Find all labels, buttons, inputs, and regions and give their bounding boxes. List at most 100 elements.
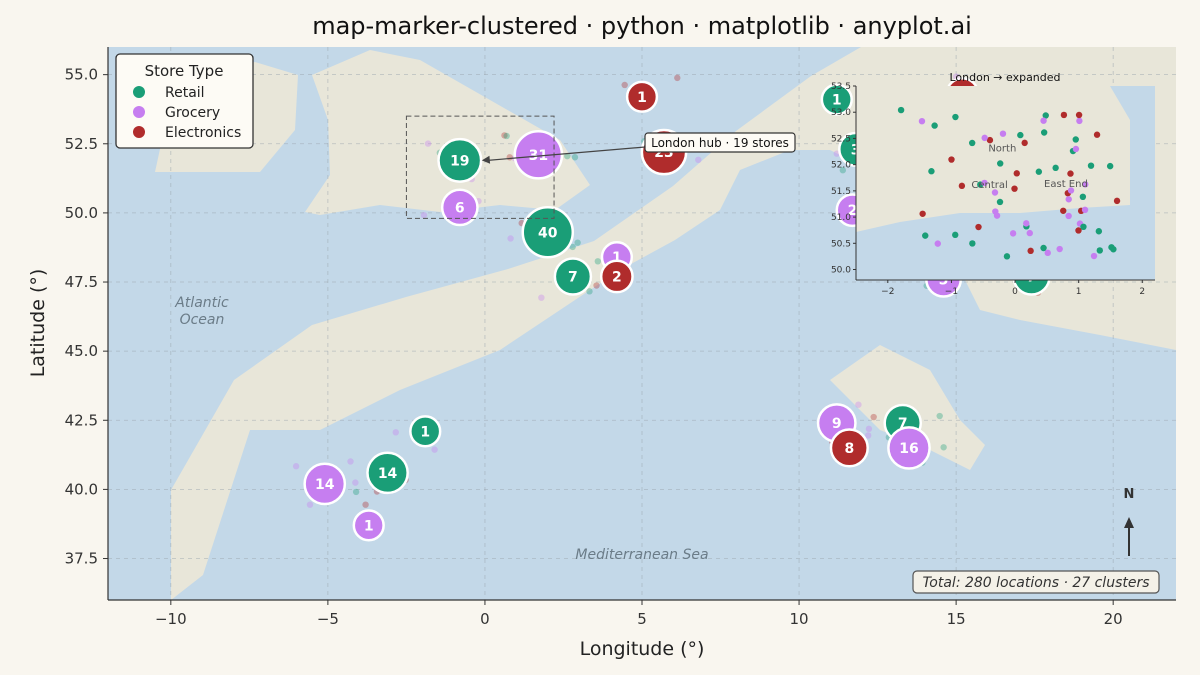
inset-store-point [1106, 162, 1114, 170]
inset-store-point [1087, 162, 1095, 169]
store-point [870, 413, 877, 421]
store-point [571, 154, 579, 161]
cluster-marker[interactable]: 2 [599, 259, 634, 294]
store-point [695, 156, 702, 164]
legend-label-grocery: Grocery [165, 105, 220, 121]
x-axis-title: Longitude (°) [580, 638, 705, 660]
inset-x-tick-label: 0 [1012, 287, 1018, 297]
inset-store-point [897, 106, 905, 114]
y-tick-label: 45.0 [65, 342, 98, 360]
legend-title: Store Type [145, 62, 224, 80]
cluster-count: 2 [612, 269, 622, 285]
cluster-marker[interactable]: 19 [437, 137, 483, 183]
store-point [507, 235, 514, 242]
legend-label-electronics: Electronics [165, 125, 241, 141]
store-point [674, 74, 681, 82]
store-point [503, 132, 510, 140]
cluster-marker[interactable]: 1 [352, 509, 385, 542]
cluster-count: 1 [832, 93, 842, 109]
north-label: N [1124, 487, 1135, 502]
x-tick-label: 5 [637, 610, 647, 628]
y-tick-label: 55.0 [65, 66, 98, 84]
inset-store-point [1075, 227, 1082, 234]
inset-store-point [975, 223, 982, 231]
store-point [538, 294, 545, 301]
store-point [865, 425, 873, 433]
store-point [593, 282, 600, 289]
inset-store-point [996, 198, 1004, 206]
inset-store-point [1035, 168, 1043, 175]
inset-store-point [1040, 117, 1047, 124]
cluster-count: 1 [420, 424, 430, 440]
inset-store-point [1065, 196, 1072, 203]
inset-store-point [1040, 129, 1048, 136]
cluster-count: 14 [378, 466, 398, 482]
inset-x-tick-label: −1 [945, 287, 958, 297]
cluster-count: 1 [637, 90, 647, 106]
store-point [352, 479, 359, 486]
inset-store-point [1060, 207, 1067, 214]
inset-store-point [1009, 230, 1017, 237]
inset-store-point [1026, 229, 1033, 237]
inset-y-tick-label: 50.0 [831, 266, 851, 276]
cluster-marker[interactable]: 14 [303, 462, 347, 506]
inset-region-label: Central [971, 180, 1007, 191]
x-tick-label: 10 [790, 610, 809, 628]
inset-store-point [997, 160, 1004, 167]
inset-region-label: East End [1044, 179, 1088, 190]
inset-store-point [1040, 244, 1047, 252]
cluster-count: 14 [315, 477, 335, 493]
inset-store-point [928, 168, 935, 175]
inset-y-tick-label: 53.0 [831, 108, 851, 118]
y-axis-title: Latitude (°) [27, 269, 49, 378]
inset-store-point [1060, 111, 1068, 119]
inset-store-point [1090, 252, 1098, 260]
inset-store-point [1095, 228, 1103, 235]
inset-store-point [1017, 131, 1024, 139]
atlantic-label-2: Ocean [180, 312, 225, 328]
cluster-marker[interactable]: 6 [440, 188, 479, 227]
atlantic-label: Atlantic [174, 295, 229, 311]
store-point [574, 239, 581, 246]
inset-y-tick-label: 51.0 [831, 213, 851, 223]
cluster-count: 1 [364, 518, 374, 534]
y-tick-label: 37.5 [65, 550, 98, 568]
y-tick-label: 47.5 [65, 273, 98, 291]
inset-x-tick-label: 2 [1139, 287, 1145, 297]
inset-store-point [922, 232, 929, 239]
inset-store-point [1023, 220, 1030, 227]
cluster-marker[interactable]: 1 [409, 415, 442, 448]
inset-store-point [919, 210, 926, 217]
inset-y-tick-label: 52.5 [831, 134, 851, 144]
inset-store-point [969, 240, 976, 247]
inset-store-point [1075, 111, 1083, 119]
store-point [855, 401, 862, 408]
store-point [306, 501, 314, 508]
cluster-marker[interactable]: 1 [625, 80, 659, 113]
inset-store-point [1052, 164, 1059, 172]
map-chart: map-marker-clustered · python · matplotl… [27, 12, 1176, 660]
cluster-marker[interactable]: 40 [521, 205, 575, 259]
cluster-marker[interactable]: 14 [366, 451, 409, 495]
cluster-marker[interactable]: 8 [829, 428, 869, 468]
y-tick-label: 52.5 [65, 135, 98, 153]
inset-store-point [981, 134, 988, 142]
inset-title: London → expanded [949, 71, 1060, 84]
x-tick-label: 20 [1104, 610, 1123, 628]
inset-store-point [918, 117, 926, 125]
inset-store-point [1096, 247, 1103, 254]
inset-store-point [1072, 136, 1079, 143]
cluster-count: 40 [538, 225, 558, 241]
store-point [431, 446, 438, 453]
inset-y-tick-label: 53.5 [831, 82, 851, 92]
legend-swatch-electronics [133, 126, 145, 138]
callout-label: London hub · 19 stores [651, 136, 789, 150]
legend-swatch-retail [133, 86, 145, 98]
inset-store-point [1093, 131, 1101, 138]
cluster-count: 9 [832, 416, 842, 432]
cluster-marker[interactable]: 16 [887, 426, 931, 470]
cluster-marker[interactable]: 7 [553, 257, 593, 296]
inset-store-point [952, 113, 959, 121]
legend-swatch-grocery [133, 106, 145, 118]
store-point [352, 488, 360, 496]
